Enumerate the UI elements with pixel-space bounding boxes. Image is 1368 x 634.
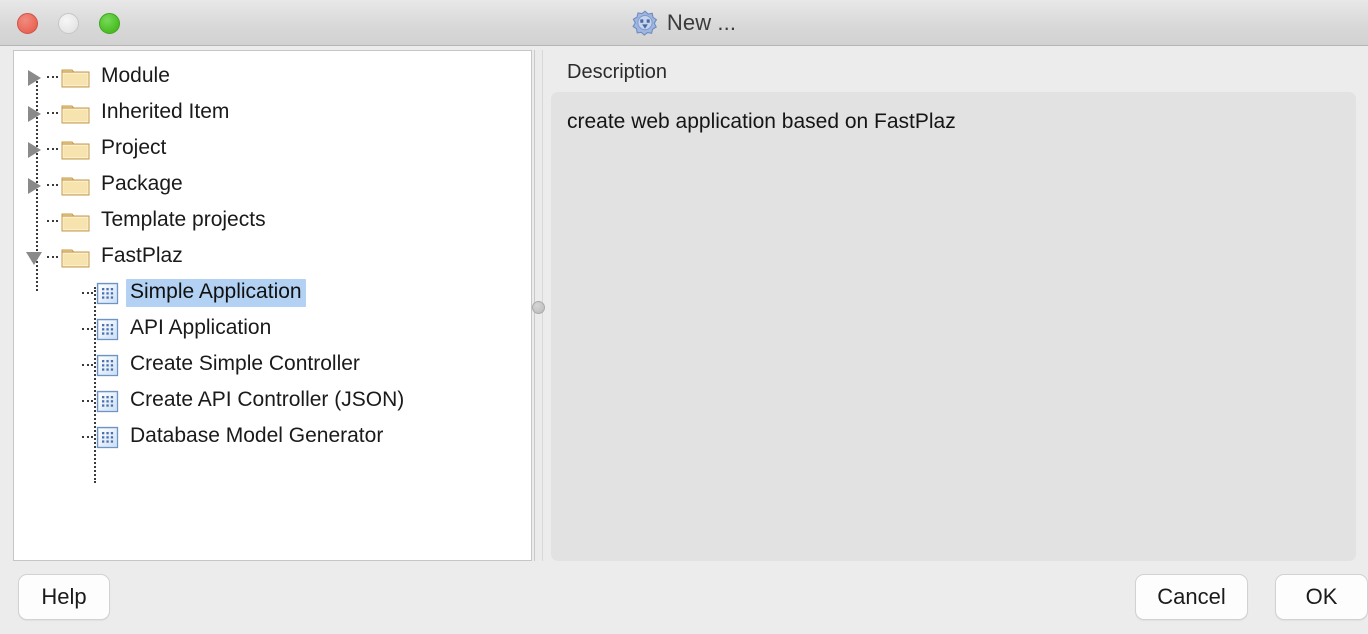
tree-connector bbox=[47, 95, 61, 131]
tree-item-api-application[interactable]: API Application bbox=[14, 311, 531, 347]
tree-connector bbox=[47, 167, 61, 203]
template-item-icon bbox=[96, 426, 119, 448]
tree-item-module[interactable]: Module bbox=[14, 59, 531, 95]
tree-item-simple-application[interactable]: Simple Application bbox=[14, 275, 531, 311]
tree-item-fastplaz[interactable]: FastPlaz bbox=[14, 239, 531, 275]
tree-connector bbox=[82, 383, 96, 419]
tree-connector bbox=[82, 311, 96, 347]
description-box: create web application based on FastPlaz bbox=[551, 92, 1356, 561]
expand-triangle-icon[interactable] bbox=[25, 167, 47, 203]
ok-button[interactable]: OK bbox=[1275, 574, 1368, 620]
tree-item-label: FastPlaz bbox=[101, 244, 183, 267]
dialog-footer: Help Cancel OK bbox=[0, 574, 1368, 634]
tree-item-label: Project bbox=[101, 136, 167, 159]
expand-triangle-icon[interactable] bbox=[25, 131, 47, 167]
template-item-icon bbox=[96, 318, 119, 340]
tree-item-label: Create API Controller (JSON) bbox=[130, 388, 405, 411]
tree-item-label: Inherited Item bbox=[101, 100, 230, 123]
template-item-icon bbox=[96, 282, 119, 304]
panel-splitter[interactable] bbox=[532, 50, 545, 561]
title-group: New ... bbox=[0, 0, 1368, 46]
folder-icon bbox=[61, 177, 90, 196]
tree-item-create-simple-controller[interactable]: Create Simple Controller bbox=[14, 347, 531, 383]
tree-item-template-projects[interactable]: Template projects bbox=[14, 203, 531, 239]
tree-connector bbox=[82, 275, 96, 311]
folder-icon bbox=[61, 141, 90, 160]
description-text: create web application based on FastPlaz bbox=[567, 110, 956, 133]
tree-item-label: Template projects bbox=[101, 208, 266, 231]
tree-item-create-api-controller-json[interactable]: Create API Controller (JSON) bbox=[14, 383, 531, 419]
tree-item-label: Simple Application bbox=[126, 279, 306, 307]
new-dialog-window: New ... Module Inherited Item Project Pa… bbox=[0, 0, 1368, 634]
expand-triangle-icon[interactable] bbox=[25, 59, 47, 95]
titlebar: New ... bbox=[0, 0, 1368, 46]
expand-triangle-icon[interactable] bbox=[25, 95, 47, 131]
tree-connector bbox=[82, 419, 96, 455]
tree-item-inherited-item[interactable]: Inherited Item bbox=[14, 95, 531, 131]
splitter-handle-icon[interactable] bbox=[532, 301, 545, 314]
description-panel: Description create web application based… bbox=[551, 50, 1356, 561]
folder-icon bbox=[61, 105, 90, 124]
tree-connector bbox=[82, 347, 96, 383]
template-tree-panel[interactable]: Module Inherited Item Project Package Te… bbox=[13, 50, 532, 561]
cancel-button[interactable]: Cancel bbox=[1135, 574, 1248, 620]
folder-icon bbox=[61, 249, 90, 268]
tree-item-database-model-generator[interactable]: Database Model Generator bbox=[14, 419, 531, 455]
folder-icon bbox=[61, 69, 90, 88]
folder-icon bbox=[61, 213, 90, 232]
tree-item-label: Package bbox=[101, 172, 183, 195]
help-button[interactable]: Help bbox=[18, 574, 110, 620]
template-tree[interactable]: Module Inherited Item Project Package Te… bbox=[14, 51, 531, 483]
tree-connector bbox=[47, 239, 61, 275]
tree-item-label: API Application bbox=[130, 316, 272, 339]
tree-connector bbox=[47, 131, 61, 167]
description-heading: Description bbox=[567, 61, 668, 83]
collapse-triangle-icon[interactable] bbox=[25, 239, 47, 275]
template-item-icon bbox=[96, 390, 119, 412]
no-twisty-spacer bbox=[25, 203, 47, 239]
close-button[interactable] bbox=[17, 13, 38, 34]
gear-star-icon bbox=[632, 10, 658, 36]
tree-item-label: Create Simple Controller bbox=[130, 352, 360, 375]
tree-connector bbox=[47, 59, 61, 95]
dialog-content: Module Inherited Item Project Package Te… bbox=[0, 46, 1368, 634]
minimize-button[interactable] bbox=[58, 13, 79, 34]
template-item-icon bbox=[96, 354, 119, 376]
tree-item-label: Database Model Generator bbox=[130, 424, 384, 447]
tree-connector bbox=[47, 203, 61, 239]
tree-item-package[interactable]: Package bbox=[14, 167, 531, 203]
window-title: New ... bbox=[666, 10, 737, 35]
tree-item-project[interactable]: Project bbox=[14, 131, 531, 167]
maximize-button[interactable] bbox=[99, 13, 120, 34]
tree-item-label: Module bbox=[101, 64, 170, 87]
